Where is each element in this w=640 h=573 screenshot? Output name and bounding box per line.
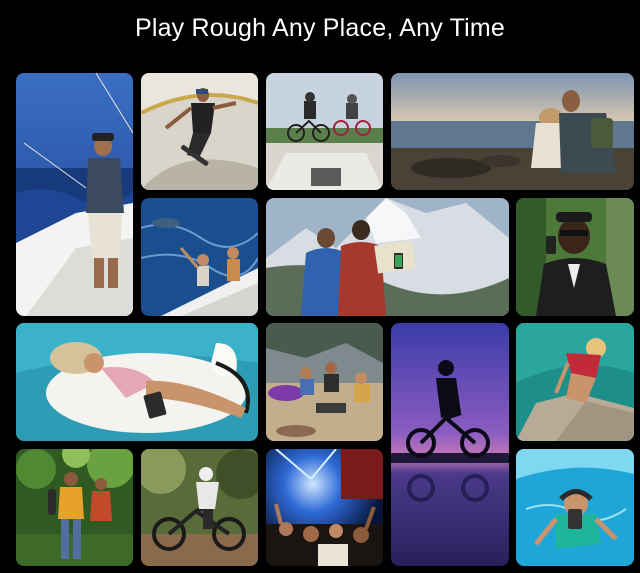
camping-photo	[266, 323, 383, 441]
dolphins-photo	[141, 198, 258, 316]
bike-sunset-photo	[391, 323, 509, 566]
skateboard-photo	[141, 73, 258, 190]
page-title: Play Rough Any Place, Any Time	[134, 14, 506, 42]
pool-float-photo	[16, 323, 258, 441]
fishing-photo	[16, 73, 133, 316]
bmx-photo	[266, 73, 383, 190]
security-guard-photo	[516, 198, 634, 316]
page: Play Rough Any Place, Any Time	[0, 0, 640, 573]
beach-couple-photo	[391, 73, 634, 190]
underwater-photo	[516, 449, 634, 566]
forest-hikers-photo	[16, 449, 133, 566]
hikers-map-photo	[266, 198, 509, 316]
mountain-bike-photo	[141, 449, 258, 566]
concert-photo	[266, 449, 383, 566]
cliff-water-photo	[516, 323, 634, 441]
